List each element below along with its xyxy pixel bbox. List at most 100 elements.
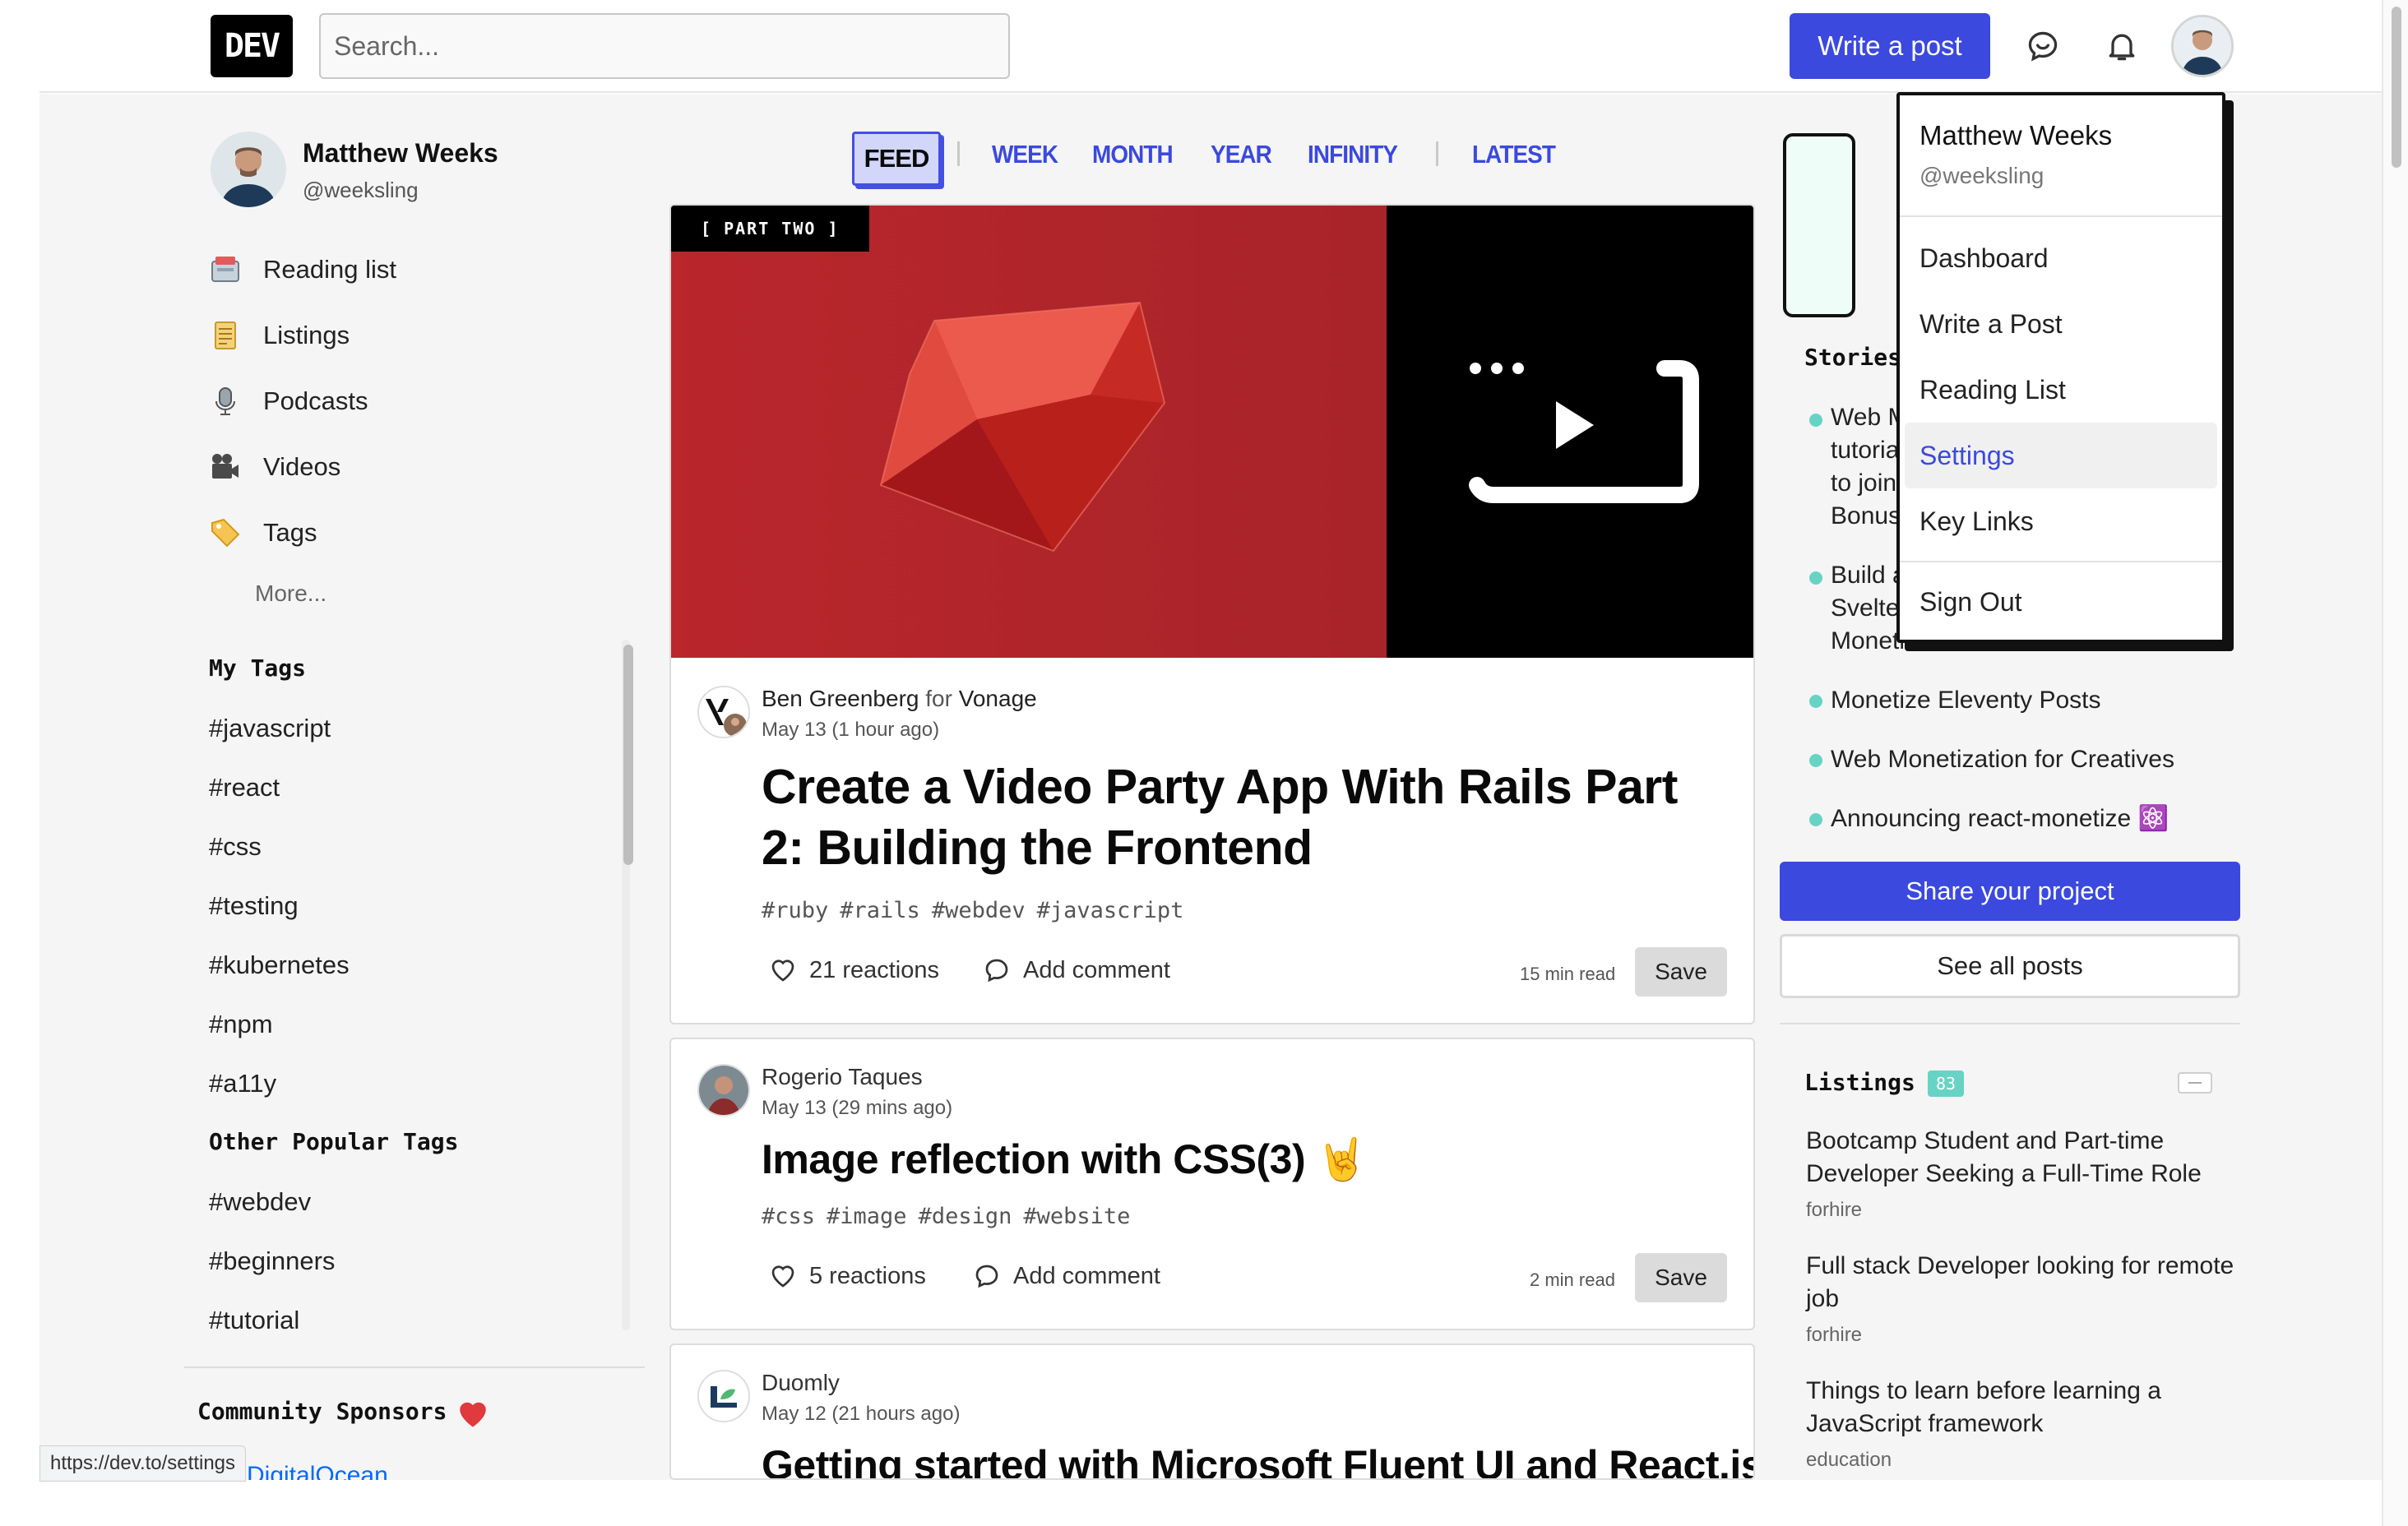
post-tag[interactable]: #website [1023,1204,1130,1229]
listings-count-badge: 83 [1928,1071,1965,1097]
sidebar-item-listings[interactable]: Listings [207,311,602,360]
save-button[interactable]: Save [1635,947,1727,997]
listing-item-title[interactable]: Full stack Developer looking for remote … [1806,1250,2250,1316]
post-tag[interactable]: #design [919,1204,1012,1229]
dropdown-item-reading-list[interactable]: Reading List [1905,357,2217,423]
listing-item-category[interactable]: education [1806,1449,1892,1472]
tag-link-kubernetes[interactable]: #kubernetes [209,950,350,980]
listings-collapse-button[interactable] [2178,1072,2212,1094]
add-comment-button[interactable]: Add comment [982,955,1170,985]
sidebar-item-podcasts[interactable]: Podcasts [207,377,602,426]
tag-link-tutorial[interactable]: #tutorial [209,1306,299,1335]
share-project-button[interactable]: Share your project [1780,862,2240,921]
dropdown-user-name[interactable]: Matthew Weeks [1919,120,2112,151]
post-author-name[interactable]: Rogerio Taques [762,1064,923,1090]
story-link[interactable]: Monetize Eleventy Posts [1831,684,2101,717]
videos-icon [207,449,243,485]
tag-link-webdev[interactable]: #webdev [209,1187,311,1217]
video-play-icon [1469,360,1699,503]
save-button[interactable]: Save [1635,1253,1727,1302]
write-post-button[interactable]: Write a post [1790,13,1990,79]
post-title[interactable]: Create a Video Party App With Rails Part… [762,756,1699,878]
listings-icon [207,317,243,354]
reactions-button[interactable]: 5 reactions [768,1261,926,1291]
listing-item-title[interactable]: Bootcamp Student and Part-time Developer… [1806,1125,2250,1191]
page: DEV Write a post Matthew Weeks @weekslin… [0,0,2408,1526]
tab-month[interactable]: MONTH [1092,140,1174,169]
listings-heading[interactable]: Listings [1804,1069,1915,1096]
tab-feed[interactable]: FEED [852,132,941,186]
search-input[interactable] [319,13,1010,79]
add-comment-label: Add comment [1013,1262,1160,1289]
sidebar-divider [184,1366,645,1368]
tab-latest[interactable]: LATEST [1472,140,1556,169]
see-all-posts-button[interactable]: See all posts [1780,934,2240,998]
read-time: 2 min read [1530,1269,1615,1290]
tab-infinity[interactable]: INFINITY [1308,140,1398,169]
org-avatar[interactable] [697,686,750,738]
dropdown-item-settings[interactable]: Settings [1905,423,2217,488]
author-avatar[interactable] [697,1370,750,1422]
dropdown-item-write-post[interactable]: Write a Post [1905,291,2217,357]
post-cover-image[interactable]: [ PART TWO ] [671,206,1753,658]
post-author-line[interactable]: Ben Greenberg for Vonage [762,686,1037,712]
post-tag[interactable]: #ruby [762,898,828,923]
listing-item-category[interactable]: forhire [1806,1199,1862,1222]
post-tag[interactable]: #image [827,1204,907,1229]
notifications-bell-icon[interactable] [2099,23,2145,69]
dropdown-item-dashboard[interactable]: Dashboard [1905,225,2217,291]
post-card[interactable]: Duomly May 12 (21 hours ago) Getting sta… [669,1343,1755,1480]
post-tags: #ruby #rails #webdev #javascript [762,898,1195,923]
sidebar-more-link[interactable]: More... [255,580,326,607]
post-title[interactable]: Image reflection with CSS(3) 🤘 [762,1133,1368,1186]
listing-item-category[interactable]: forhire [1806,1324,1862,1347]
page-scrollbar[interactable] [2382,0,2408,1526]
post-tag[interactable]: #rails [840,898,920,923]
post-date[interactable]: May 13 (29 mins ago) [762,1097,952,1120]
comment-icon [975,1265,998,1288]
tag-link-beginners[interactable]: #beginners [209,1246,335,1276]
author-avatar[interactable] [697,1064,750,1117]
post-author-name[interactable]: Ben Greenberg [762,686,919,711]
listing-item-title[interactable]: Things to learn before learning a JavaSc… [1806,1375,2250,1440]
sidebar-item-videos[interactable]: Videos [207,442,602,492]
dropdown-item-key-links[interactable]: Key Links [1905,488,2217,554]
post-tag[interactable]: #webdev [932,898,1026,923]
post-org-name[interactable]: Vonage [959,686,1037,711]
user-avatar-menu-button[interactable] [2171,15,2234,77]
page-scrollbar-thumb[interactable] [2392,7,2401,168]
profile-avatar[interactable] [211,132,286,207]
post-tag[interactable]: #css [762,1204,815,1229]
sidebar-item-reading-list[interactable]: Reading list [207,245,602,294]
post-title[interactable]: Getting started with Microsoft Fluent UI… [762,1439,1753,1478]
read-time: 15 min read [1520,964,1616,984]
tag-link-react[interactable]: #react [209,773,280,802]
add-comment-button[interactable]: Add comment [972,1261,1160,1291]
sidebar-promo-box[interactable] [1783,133,1855,317]
tab-week[interactable]: WEEK [992,140,1058,169]
cover-part-badge: [ PART TWO ] [671,206,869,252]
tag-link-npm[interactable]: #npm [209,1010,273,1039]
post-date[interactable]: May 13 (1 hour ago) [762,719,939,742]
post-card[interactable]: Rogerio Taques May 13 (29 mins ago) Imag… [669,1038,1755,1330]
connect-chat-icon[interactable] [2020,23,2066,69]
tag-link-testing[interactable]: #testing [209,891,299,921]
reactions-button[interactable]: 21 reactions [768,955,939,985]
tag-link-css[interactable]: #css [209,832,262,862]
sponsor-link-clipped[interactable]: DigitalOcean [247,1462,388,1480]
post-tag[interactable]: #javascript [1037,898,1184,923]
tab-year[interactable]: YEAR [1211,140,1272,169]
tags-scroll-thumb[interactable] [623,645,633,865]
tag-link-javascript[interactable]: #javascript [209,714,331,743]
dev-logo[interactable]: DEV [211,15,293,77]
profile-name[interactable]: Matthew Weeks [303,138,498,169]
tag-link-a11y[interactable]: #a11y [209,1069,276,1098]
post-card[interactable]: [ PART TWO ] Ben Greenberg for Vonage Ma… [669,204,1755,1024]
post-date[interactable]: May 12 (21 hours ago) [762,1403,960,1426]
story-link[interactable]: Web Monetization for Creatives [1831,743,2174,776]
heart-icon [456,1396,490,1433]
post-author-name[interactable]: Duomly [762,1370,840,1396]
story-link[interactable]: Announcing react-monetize ⚛️ [1831,802,2169,835]
dropdown-item-sign-out[interactable]: Sign Out [1905,569,2217,635]
sidebar-item-tags[interactable]: Tags [207,508,602,557]
